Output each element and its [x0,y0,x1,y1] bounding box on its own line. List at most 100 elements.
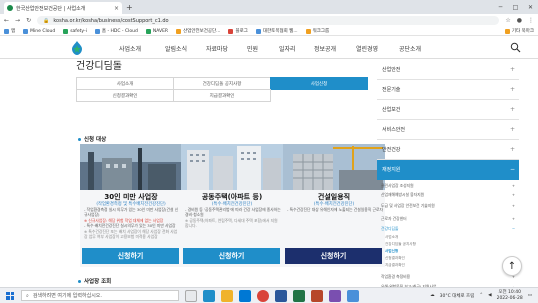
bookmark-apps[interactable]: 앱 [4,28,15,34]
page-title: 건강디딤돌 [76,61,122,72]
browser-tab[interactable]: 한국산업안전보건공단 | 사업소개 × [4,2,122,14]
safety-icon [63,28,69,34]
card-apartment: 공동주택(아파트 등) (특수·배치전건강진단) - 경비원 등 '공동주택관리… [181,144,283,267]
bookmark-blog[interactable]: 블로그 [228,28,248,34]
close-tab-icon[interactable]: × [114,5,119,12]
plus-icon: + [511,216,515,221]
bookmark-other[interactable]: 기타 북마크 [504,28,534,34]
gnb-menu-civil[interactable]: 민원 [247,44,258,53]
sidebar-subsub-pay-result[interactable]: 지급결과확인 [385,263,405,268]
weather-icon[interactable]: ☁ [430,293,435,298]
sidebar-sub-contract[interactable]: 도급 및 사업장 안전보건 기술지원 + [377,199,519,212]
star-icon[interactable]: ☆ [505,17,510,24]
sidebar-item-health[interactable]: 산업보건 + [377,100,519,120]
sidebar-sub-loan[interactable]: 산업재해예방시설 융자지원 + [377,190,519,199]
gnb-menu-corp[interactable]: 공단소개 [399,44,421,53]
menu-icon[interactable]: ⋮ [528,17,534,24]
kosha-icon [176,28,182,34]
sidebar-sub-clean[interactable]: 클린사업장 조성지원 + [377,181,519,190]
outlook-icon[interactable] [347,289,359,302]
subtab-apply-result[interactable]: 신청결과확인 [76,89,174,102]
chrome-icon[interactable] [257,289,269,302]
kosha-logo-icon[interactable] [70,40,84,56]
bookmark-ksce[interactable]: 대한토목협회 웹... [255,28,298,34]
close-window-icon[interactable]: ✕ [523,4,538,11]
search-icon[interactable] [510,42,521,53]
excel-icon[interactable] [293,289,305,302]
card-construction-daily: 건설일용직 (특수·배치전건강진단) - 특수건강진단 대상 유해인자에 노출되… [283,144,385,267]
sidebar-item-safety-health[interactable]: 안전건강 + [377,140,519,160]
volume-icon[interactable]: ◀ [488,293,491,298]
bookmark-kosha[interactable]: 산업안전보건공단... [176,28,220,34]
plus-icon: + [509,126,515,133]
file-explorer-icon[interactable] [221,289,233,302]
notification-icon[interactable]: ▭ [528,293,532,298]
plus-icon: + [509,86,515,93]
sidebar-item-tech[interactable]: 전문기술 + [377,80,519,100]
bookmark-safety[interactable]: safety-i [63,28,87,34]
sidebar-item-financial[interactable]: 재정지원 − [377,160,519,180]
system-tray: ☁ 30°C 대체로 흐림 ⌃ ◀ 오전 10:40 2022-06-28 ▭ [430,290,538,301]
gnb-menu-disclosure[interactable]: 정보공개 [314,44,336,53]
gnb-menu-news[interactable]: 알림소식 [165,44,187,53]
cloud-icon [23,28,29,34]
sidebar-subsub-apply-result[interactable]: 신청결과확인 [385,256,405,261]
subtab-pay-result[interactable]: 지급결과확인 [173,89,271,102]
sidebar-subsub-overview[interactable]: 사업소개 [385,235,398,240]
sidebar-sub-center[interactable]: 근로자 건강센터 + [377,214,519,223]
subtab-apply[interactable]: 사업신청 [270,77,368,90]
bookmark-workgroup[interactable]: 워크그룹 [305,28,329,34]
bookmark-minecloud[interactable]: Mine Cloud [23,28,55,34]
url-text: kosha.or.kr/kosha/business/costSupport_c… [53,17,169,24]
profile-icon[interactable]: ● [517,17,522,24]
card-body: - 특수건강진단 대상 유해인자에 노출되는 건설일용직 근로자 [287,207,383,212]
teams-icon[interactable] [329,289,341,302]
construction-photo [283,144,385,190]
apply-button-small-workplace[interactable]: 신청하기 [82,248,179,264]
bookmark-hdc[interactable]: 홈 - HDC - Cloud [94,28,138,34]
window-controls: ─ □ ✕ [493,0,538,14]
reload-icon[interactable]: ↻ [26,17,31,24]
taskbar-search-field[interactable]: ⌕ 검색하려면 여기에 입력하십시오. [21,290,179,301]
edge-icon[interactable] [203,289,215,302]
blog-icon [228,28,234,34]
section-title-lookup: 사업장 조회 [78,277,111,285]
bookmark-naver[interactable]: NAVER [145,28,168,34]
gnb-menu-about[interactable]: 사업소개 [119,44,141,53]
bullet-icon [78,138,81,141]
minimize-icon[interactable]: ─ [493,4,508,11]
gnb-menu-jobs[interactable]: 일자리 [279,44,296,53]
sidebar-item-industrial-safety[interactable]: 산업안전 + [377,60,519,80]
plus-icon: + [509,66,515,73]
sidebar-sub-health-step[interactable]: 건강디딤돌 − [377,224,519,233]
scroll-top-button[interactable]: ↑ [502,256,522,276]
gnb-menu-resources[interactable]: 자료마당 [206,44,228,53]
ksce-icon [255,28,261,34]
apply-button-apartment[interactable]: 신청하기 [183,248,280,264]
minus-icon: − [509,166,515,173]
store-icon[interactable] [239,289,251,302]
windows-start-icon[interactable] [4,290,16,302]
sidebar-sub-measure[interactable]: 작업환경 측정비용 + [377,272,519,281]
url-field[interactable]: 🔒 kosha.or.kr/kosha/business/costSupport… [37,16,500,25]
back-icon[interactable]: ← [4,17,9,24]
search-icon: ⌕ [26,292,29,299]
task-view-icon[interactable] [185,289,197,302]
new-tab-button[interactable]: + [126,2,133,14]
sidebar-subsub-notice[interactable]: 건강디딤돌 공지사항 [385,242,416,247]
clock[interactable]: 오전 10:40 2022-06-28 [497,290,523,301]
naver-icon [145,28,151,34]
plus-icon: + [509,106,515,113]
browser-tab-bar: 한국산업안전보건공단 | 사업소개 × + ─ □ ✕ [0,0,538,14]
powerpoint-icon[interactable] [311,289,323,302]
word-icon[interactable] [275,289,287,302]
sidebar-item-service-safety[interactable]: 서비스안전 + [377,120,519,140]
network-icon[interactable]: ⌃ [479,293,483,298]
gnb-menu-management[interactable]: 열린경영 [356,44,378,53]
apply-button-construction[interactable]: 신청하기 [285,248,382,264]
plus-icon: + [511,183,515,188]
forward-icon[interactable]: → [15,17,20,24]
maximize-icon[interactable]: □ [508,4,523,11]
sidebar-subsub-apply[interactable]: 사업신청 [385,249,398,254]
apartment-photo [181,144,283,190]
